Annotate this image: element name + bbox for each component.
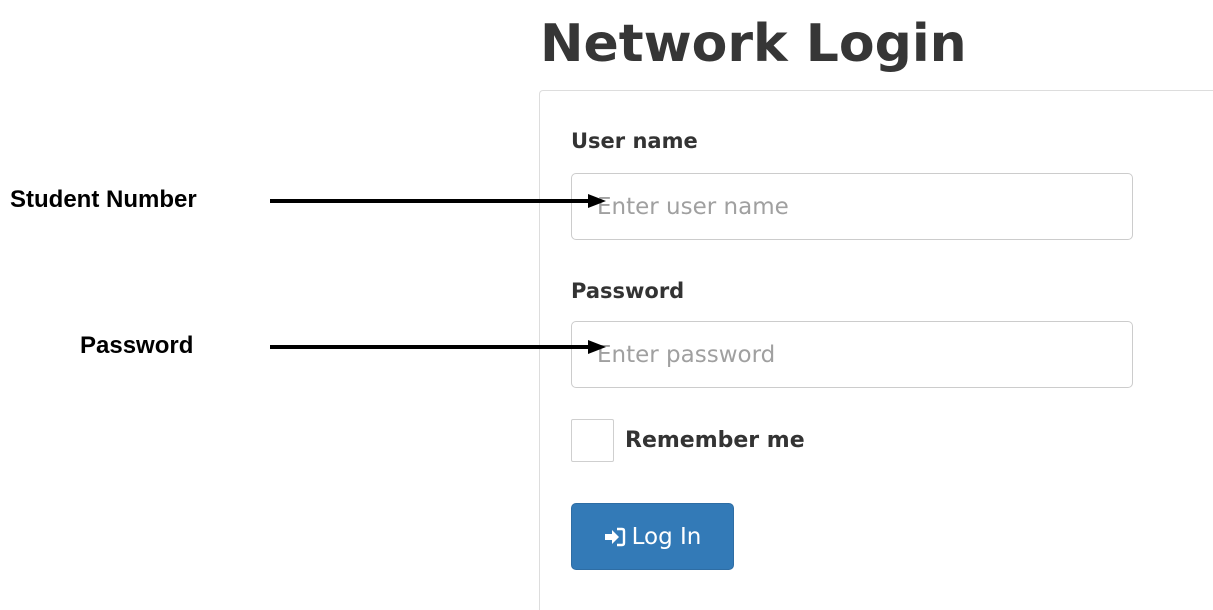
password-input[interactable] — [571, 321, 1133, 388]
username-input[interactable] — [571, 173, 1133, 240]
annotation-label-student-number: Student Number — [10, 186, 197, 213]
page-title: Network Login — [540, 14, 967, 74]
login-button-label: Log In — [631, 523, 702, 550]
sign-in-icon — [604, 527, 626, 547]
remember-me-label[interactable]: Remember me — [625, 428, 805, 453]
remember-me-checkbox[interactable] — [571, 419, 614, 462]
password-label: Password — [571, 279, 685, 303]
username-label: User name — [571, 129, 698, 153]
remember-me-row[interactable]: Remember me — [571, 418, 805, 463]
annotation-arrow-icon — [270, 194, 606, 208]
annotation-label-password: Password — [80, 332, 194, 359]
login-button[interactable]: Log In — [571, 503, 734, 570]
annotation-arrow-icon — [270, 340, 606, 354]
